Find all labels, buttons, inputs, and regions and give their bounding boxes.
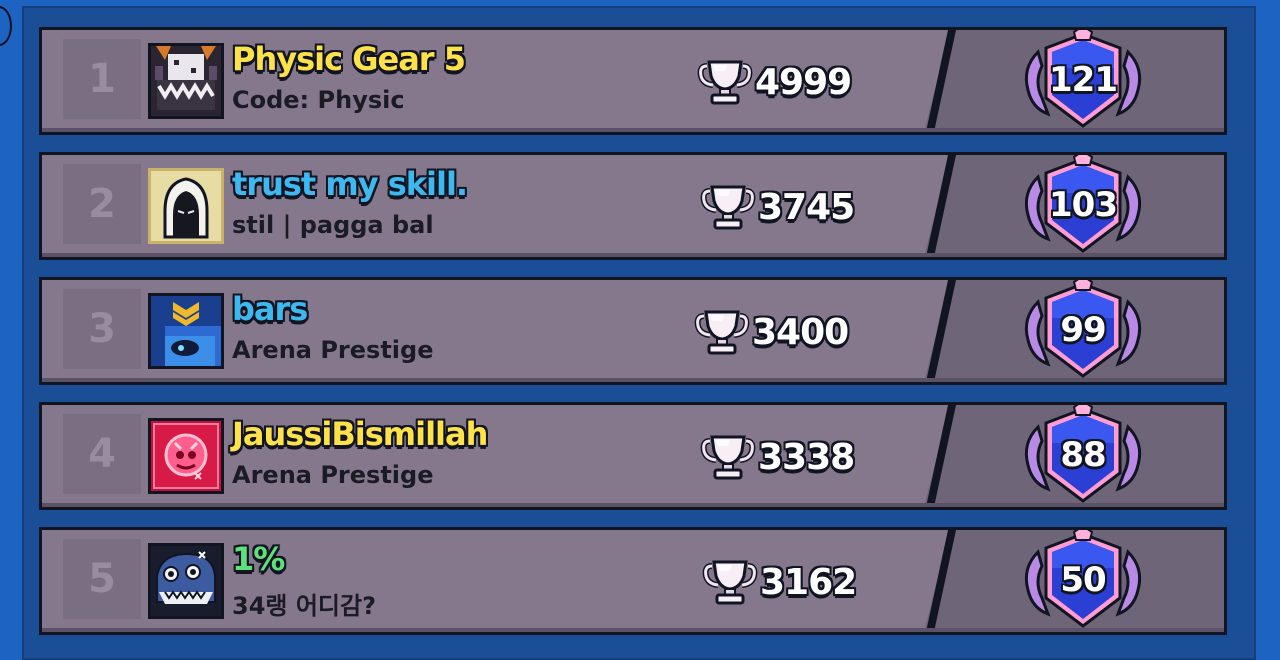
trophy-value: 3745 — [758, 186, 855, 228]
trophy-count: 4999 — [697, 58, 852, 106]
rank-box: 1 — [63, 39, 141, 119]
level-badge-icon: 99 — [1018, 280, 1148, 382]
back-button-icon[interactable] — [0, 6, 12, 46]
level-value: 121 — [1049, 60, 1118, 100]
leaderboard-row[interactable]: 4 JaussiBismillah Arena Prestige 3338 88 — [39, 402, 1227, 510]
cube-monster-avatar-icon[interactable] — [148, 43, 224, 119]
rank-number: 1 — [88, 56, 116, 102]
trophy-icon — [697, 58, 753, 106]
leaderboard-row[interactable]: 2 trust my skill. stil | pagga bal 3745 … — [39, 152, 1227, 260]
shark-brawler-avatar-icon[interactable] — [148, 543, 224, 619]
player-subtitle: 34랭 어디감? — [232, 592, 376, 620]
rank-number: 2 — [88, 181, 116, 227]
trophy-value: 4999 — [755, 61, 852, 103]
trophy-icon — [700, 183, 756, 231]
rank-box: 4 — [63, 414, 141, 494]
trophy-value: 3162 — [760, 561, 857, 603]
player-name[interactable]: trust my skill. — [232, 165, 468, 203]
player-name[interactable]: Physic Gear 5 — [232, 40, 466, 78]
trophy-icon — [700, 433, 756, 481]
trophy-value: 3338 — [758, 436, 855, 478]
rank-number: 4 — [88, 431, 116, 477]
leaderboard-row[interactable]: 3 bars Arena Prestige 3400 99 — [39, 277, 1227, 385]
level-badge-icon: 88 — [1018, 405, 1148, 507]
player-subtitle: Arena Prestige — [232, 461, 434, 489]
trophy-value: 3400 — [752, 311, 849, 353]
rank-box: 5 — [63, 539, 141, 619]
player-name[interactable]: 1% — [232, 540, 285, 578]
rank-number: 5 — [88, 556, 116, 602]
trophy-icon — [694, 308, 750, 356]
level-badge-icon: 103 — [1018, 155, 1148, 257]
rank-box: 3 — [63, 289, 141, 369]
player-name[interactable]: JaussiBismillah — [232, 415, 488, 453]
trophy-count: 3400 — [694, 308, 849, 356]
trophy-count: 3745 — [700, 183, 855, 231]
pink-skull-avatar-icon[interactable] — [148, 418, 224, 494]
leaderboard-row[interactable]: 5 1% 34랭 어디감? 3162 50 — [39, 527, 1227, 635]
level-value: 99 — [1060, 310, 1106, 350]
player-subtitle: Code: Physic — [232, 86, 405, 114]
level-badge-icon: 50 — [1018, 530, 1148, 632]
leaderboard-row[interactable]: 1 Physic Gear 5 Code: Physic 4999 121 — [39, 27, 1227, 135]
level-value: 103 — [1049, 185, 1118, 225]
player-subtitle: stil | pagga bal — [232, 211, 434, 239]
rank-number: 3 — [88, 306, 116, 352]
helmet-brawler-avatar-icon[interactable] — [148, 293, 224, 369]
trophy-count: 3338 — [700, 433, 855, 481]
rank-box: 2 — [63, 164, 141, 244]
trophy-icon — [702, 558, 758, 606]
level-value: 88 — [1060, 435, 1106, 475]
player-subtitle: Arena Prestige — [232, 336, 434, 364]
player-name[interactable]: bars — [232, 290, 308, 328]
hooded-figure-avatar-icon[interactable] — [148, 168, 224, 244]
level-value: 50 — [1060, 560, 1106, 600]
trophy-count: 3162 — [702, 558, 857, 606]
level-badge-icon: 121 — [1018, 30, 1148, 132]
